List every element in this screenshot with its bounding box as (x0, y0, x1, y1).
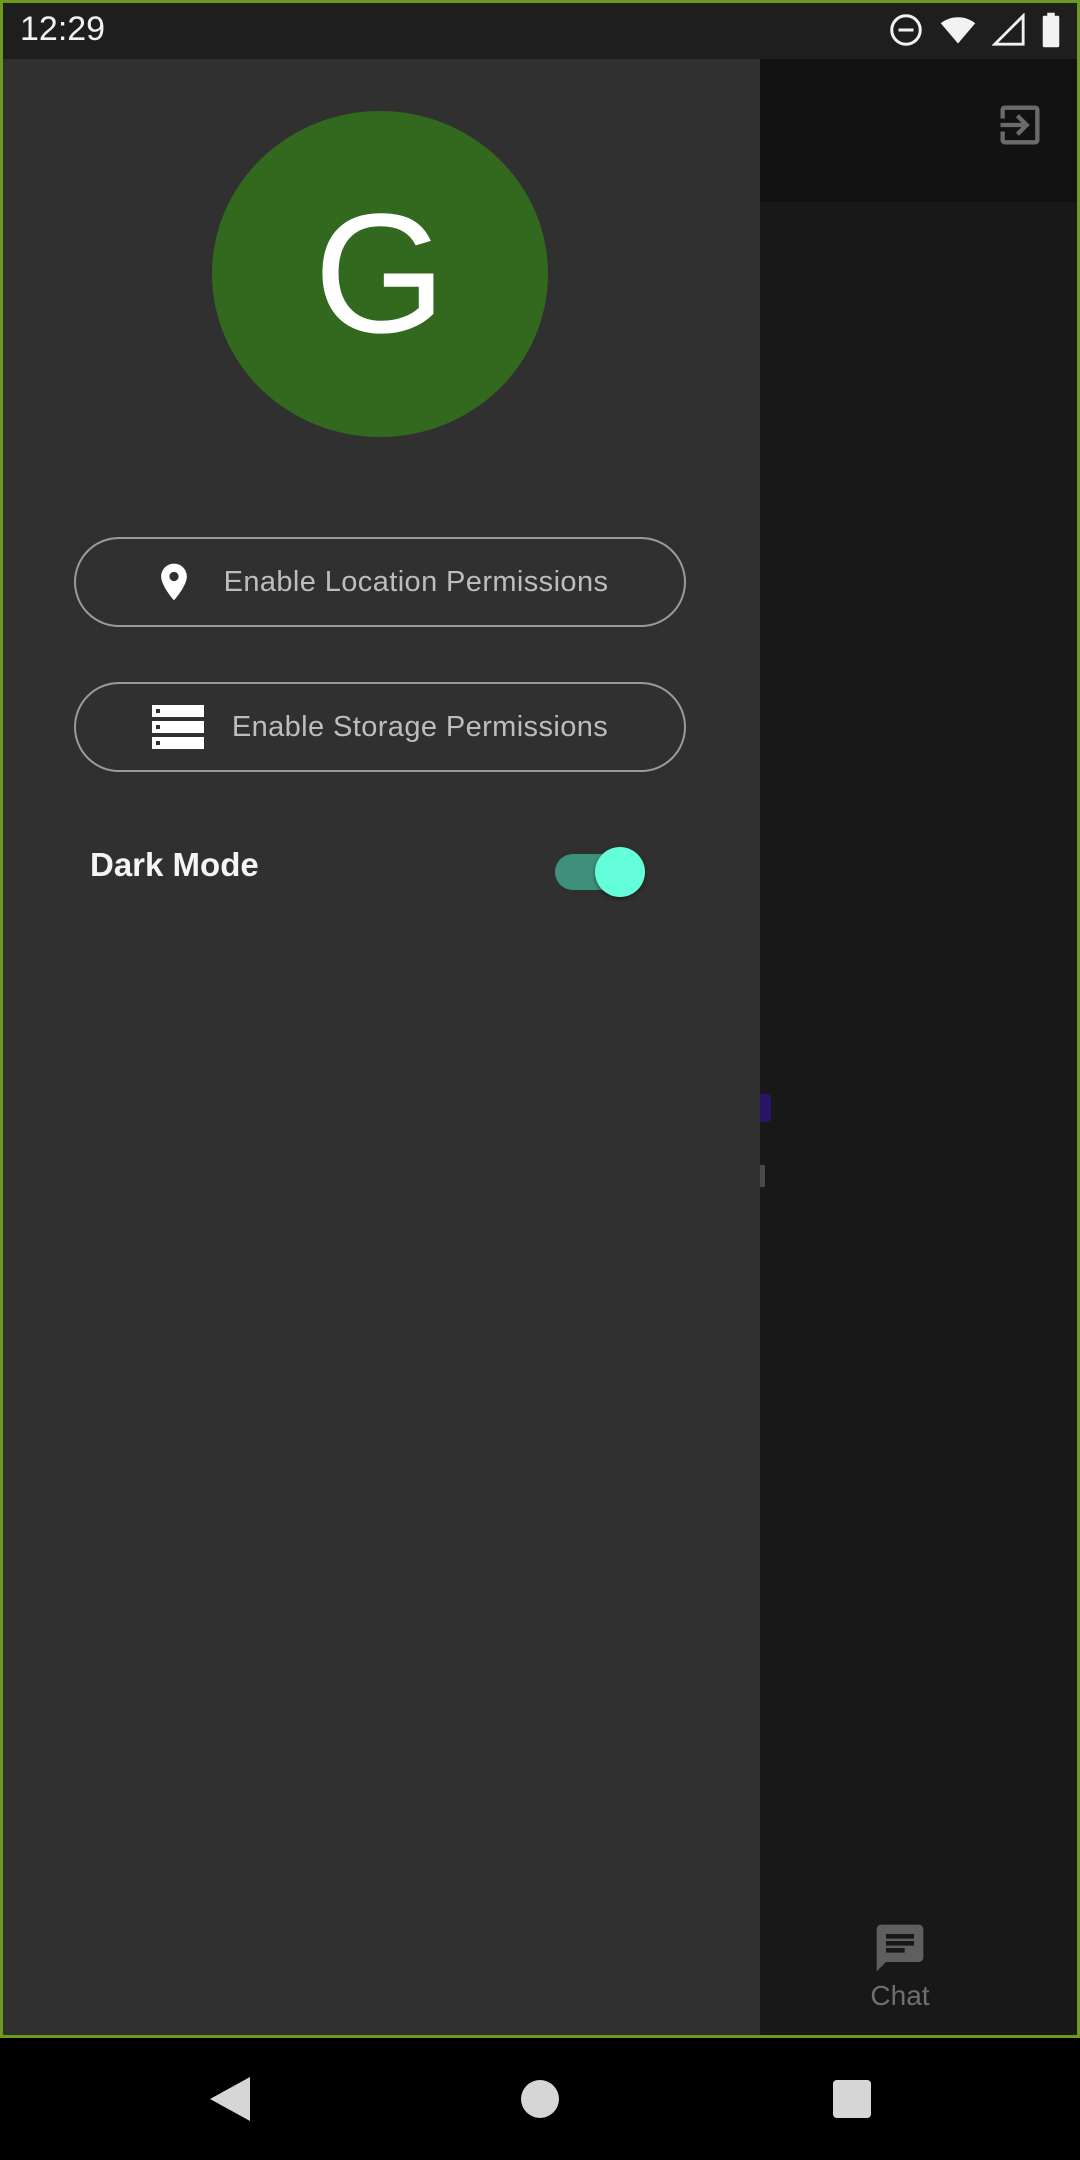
back-button[interactable] (190, 2038, 270, 2160)
home-icon (521, 2080, 559, 2118)
dark-mode-row: Dark Mode (90, 834, 650, 898)
bottom-nav-label: Chat (870, 1980, 930, 2011)
status-time: 12:29 (20, 10, 106, 48)
status-bar: 12:29 (0, 0, 1080, 59)
dark-mode-toggle[interactable] (555, 842, 647, 897)
home-button[interactable] (500, 2038, 580, 2160)
button-label: Enable Storage Permissions (231, 710, 609, 743)
wifi-icon (940, 17, 976, 44)
back-icon (210, 2077, 250, 2121)
dark-mode-label: Dark Mode (90, 846, 259, 883)
navigation-drawer: G Enable Location Permissions Enable Sto… (0, 59, 760, 2038)
location-pin-icon (160, 563, 187, 601)
exit-to-app-icon[interactable] (994, 99, 1046, 151)
avatar: G (212, 111, 548, 437)
signal-icon (992, 13, 1025, 46)
avatar-letter: G (313, 179, 447, 369)
button-label: Enable Location Permissions (223, 565, 609, 598)
storage-icon (151, 705, 204, 749)
enable-location-permissions-button[interactable]: Enable Location Permissions (74, 537, 686, 627)
recents-icon (833, 2080, 871, 2118)
enable-storage-permissions-button[interactable]: Enable Storage Permissions (74, 682, 686, 772)
system-nav-bar (0, 2038, 1080, 2160)
bottom-nav-item-chat[interactable]: Chat (760, 1920, 1040, 2030)
do-not-disturb-icon (890, 14, 922, 46)
toggle-thumb (595, 847, 645, 897)
app-screen: Chat 12:29 G Enable Location Permissions… (0, 0, 1080, 2038)
recents-button[interactable] (812, 2038, 892, 2160)
chat-icon (876, 1924, 924, 1972)
battery-icon (1042, 12, 1060, 48)
